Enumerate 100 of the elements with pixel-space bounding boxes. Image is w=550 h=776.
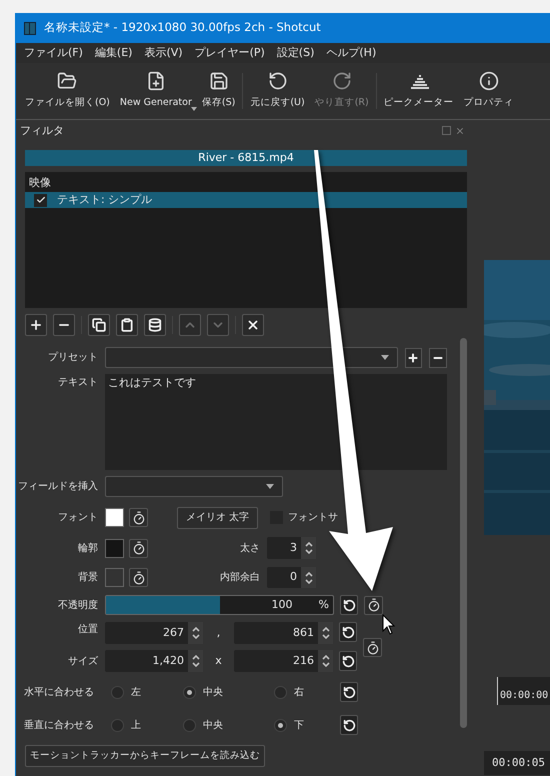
folder-icon [57,71,78,92]
spin-field[interactable]: 861 [234,622,333,644]
stack-button[interactable] [144,314,166,336]
info-icon [478,71,499,92]
panel-title: フィルタ [20,122,64,139]
reset-icon [342,626,354,638]
undo-icon [268,71,288,92]
field-label: 位置 [78,622,98,637]
reset-button[interactable] [340,595,358,615]
toolbar-button[interactable]: 保存(S) [196,63,240,119]
keyframe-button[interactable] [363,638,382,657]
spin-arrows-icon [304,542,312,554]
preset-dropdown[interactable] [105,347,398,368]
keyframe-button[interactable] [364,596,383,614]
field-label: テキスト [58,376,98,390]
scrollbar[interactable] [460,338,467,728]
check-icon [36,195,46,205]
spin-field[interactable]: 216 [234,650,333,672]
radio-button[interactable] [111,686,124,698]
menu-item[interactable]: 表示(V) [144,44,183,62]
color-swatch[interactable] [105,568,124,587]
field-label: フォント [58,511,98,525]
close-icon [246,318,260,332]
color-swatch[interactable] [105,538,124,558]
clear-button[interactable] [242,314,264,336]
stopwatch-icon [132,510,146,524]
insert-field-dropdown[interactable] [105,476,283,497]
field-label: サイズ [68,654,98,668]
keyframe-button[interactable] [129,538,148,558]
radio-button[interactable] [183,718,196,732]
keyframe-button[interactable] [129,568,148,587]
radio-option[interactable]: 右 [274,684,340,700]
field-label: 水平に合わせる [24,686,94,698]
app-icon [24,22,36,34]
stopwatch-icon [366,640,380,654]
reset-icon [342,654,354,668]
spin-arrows-icon [192,655,200,667]
radio-option[interactable]: 左 [111,684,183,700]
field-label: フィールドを挿入 [18,480,98,494]
radio-option[interactable]: 中央 [183,718,274,732]
plus-icon [29,318,43,332]
add-button[interactable] [25,314,47,336]
paste-button[interactable] [116,314,138,336]
spin-arrows-icon [322,655,330,667]
menu-item[interactable]: ヘルプ(H) [326,44,376,62]
toolbar-button[interactable]: ファイルを開く(O) [20,63,115,119]
reset-button[interactable] [339,651,357,671]
text-area[interactable]: これはテストです [105,374,447,470]
mouse-cursor-icon [382,614,396,635]
caret-icon [266,484,274,489]
reset-icon [342,598,356,612]
stopwatch-icon [132,570,146,584]
spin-arrows-icon [304,572,312,584]
database-icon [148,318,162,332]
toolbar-button[interactable]: ピークメーター [378,63,459,119]
remove-preset-button[interactable] [429,348,447,368]
add-preset-button[interactable] [404,348,422,368]
separator-text: x [214,652,223,669]
checkbox[interactable] [34,194,47,206]
spin-field[interactable]: 3 [267,537,316,559]
spin-arrows-icon [322,627,330,639]
copy-button[interactable] [88,314,110,336]
filter-list-item[interactable]: テキスト: シンプル [25,192,467,208]
redo-icon [332,71,352,92]
radio-option[interactable]: 下 [274,718,340,732]
toolbar-button[interactable]: プロパティ [458,63,519,119]
field-label: 不透明度 [58,598,98,612]
keyframe-button[interactable] [129,508,148,527]
radio-button[interactable] [111,718,124,732]
radio-button[interactable] [274,718,287,732]
close-icon[interactable] [455,126,465,136]
spin-field[interactable]: 1,420 [105,650,203,672]
menu-item[interactable]: プレイヤー(P) [194,44,265,62]
field-label: 輪郭 [78,542,98,556]
reset-button[interactable] [340,682,358,702]
radio-button[interactable] [274,686,287,698]
radio-option[interactable]: 上 [111,718,183,732]
timecode-field[interactable]: 00:00:05 [484,751,550,775]
spin-field[interactable]: 0 [267,567,316,588]
reset-button[interactable] [340,715,358,735]
color-swatch[interactable] [105,508,124,527]
clip-name-bar: River - 6815.mp4 [25,150,467,166]
menu-item[interactable]: 編集(E) [94,44,132,62]
toolbar-button[interactable]: New Generator [114,63,197,119]
opacity-slider[interactable]: 100 % [105,595,334,615]
reset-icon [342,718,356,732]
remove-button[interactable] [53,314,75,336]
reset-icon [342,686,356,698]
reset-button[interactable] [339,622,357,642]
radio-option[interactable]: 中央 [183,684,274,700]
menu-item[interactable]: ファイル(F) [24,44,83,62]
toolbar-button[interactable]: 元に戻す(U) [245,63,310,119]
caret-icon [380,355,389,360]
font-button[interactable]: メイリオ 太字 [177,506,258,528]
radio-button[interactable] [183,686,196,698]
spin-field[interactable]: 267 [105,622,203,644]
separator-text: , [216,624,222,641]
load-keyframes-button[interactable]: モーショントラッカーからキーフレームを読み込む [25,745,265,767]
menu-item[interactable]: 設定(S) [276,44,314,62]
window-title: 名称未設定* - 1920x1080 30.00fps 2ch - Shotcut [44,19,321,36]
